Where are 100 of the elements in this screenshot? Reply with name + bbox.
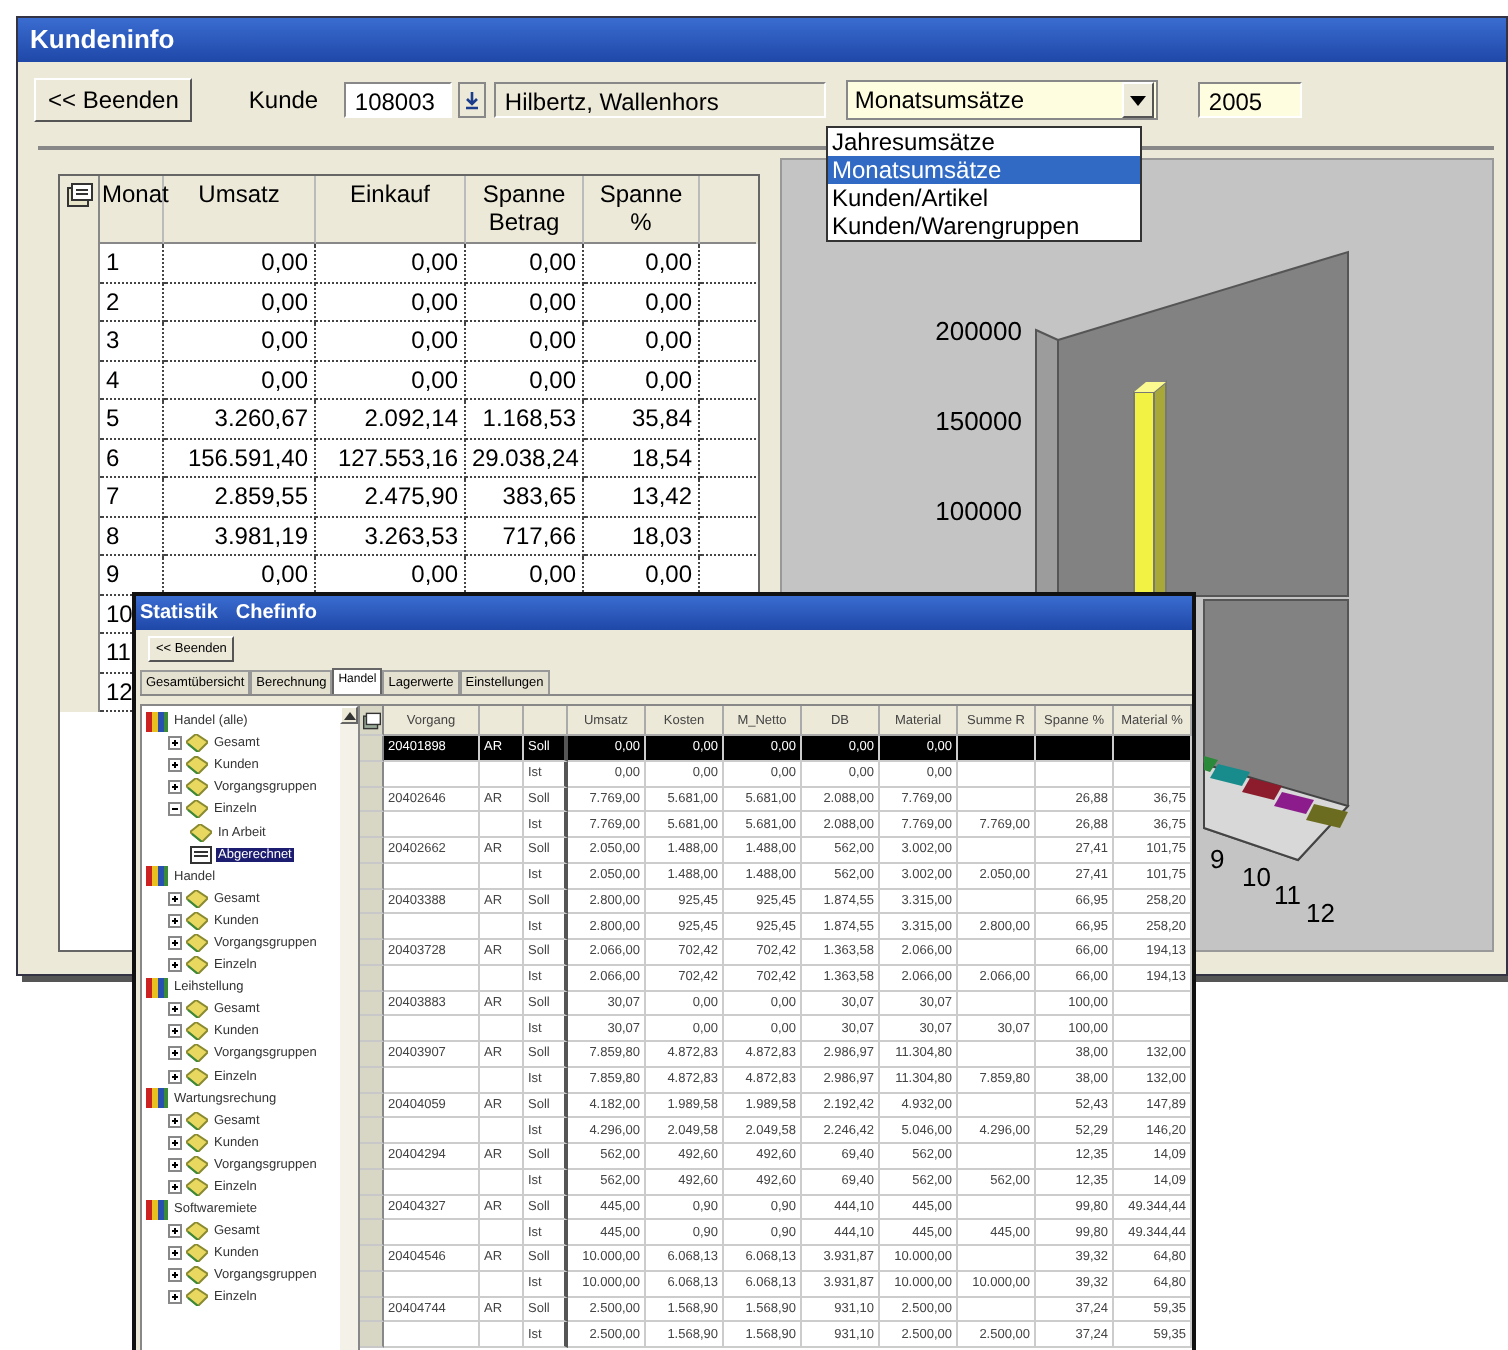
table-cell: 18,54: [584, 439, 700, 478]
table-cell: 8: [100, 517, 164, 556]
row-header[interactable]: [360, 761, 384, 787]
table-cell: 2: [100, 283, 164, 322]
lookup-button[interactable]: [458, 82, 487, 118]
back-button[interactable]: << Beenden: [34, 78, 193, 122]
expand-icon[interactable]: [168, 1290, 182, 1305]
table-settings-icon[interactable]: [361, 711, 381, 729]
row-header[interactable]: [360, 914, 384, 940]
row-header[interactable]: [360, 1246, 384, 1272]
row-header[interactable]: [360, 889, 384, 915]
scroll-up-button[interactable]: [340, 706, 358, 724]
expand-icon[interactable]: [168, 891, 182, 906]
table-cell: 2.859,55: [164, 478, 316, 517]
year-field[interactable]: 2005: [1198, 82, 1303, 118]
expand-icon[interactable]: [168, 1069, 182, 1084]
window-title: Kundeninfo: [18, 18, 1506, 62]
row-header[interactable]: [60, 673, 100, 712]
folder-icon: [186, 1178, 208, 1197]
expand-icon[interactable]: [168, 1180, 182, 1195]
row-header[interactable]: [360, 787, 384, 813]
table-cell: 2.475,90: [316, 478, 466, 517]
table-cell: 1.168,53: [466, 400, 584, 439]
view-dropdown[interactable]: Monatsumsätze: [846, 80, 1159, 120]
axis-tick-label: 150000: [935, 406, 1022, 436]
row-header[interactable]: [360, 940, 384, 966]
row-header[interactable]: [360, 1322, 384, 1348]
book-icon: [146, 977, 168, 998]
folder-icon: [186, 1266, 208, 1285]
book-icon: [146, 1088, 168, 1109]
dropdown-option[interactable]: Kunden/Warengruppen: [828, 212, 1140, 240]
empty-cell: [958, 991, 1036, 1017]
row-header[interactable]: [360, 812, 384, 838]
axis-tick-label: 10: [1242, 862, 1271, 892]
empty-cell: [480, 1016, 524, 1042]
table-cell: 3.260,67: [164, 400, 316, 439]
table-cell: 0,00: [466, 283, 584, 322]
expand-icon[interactable]: [168, 1002, 182, 1017]
column-header: [480, 706, 524, 736]
expand-icon[interactable]: [168, 913, 182, 928]
empty-cell: [480, 1118, 524, 1144]
table-cell: 0,00: [164, 361, 316, 400]
expand-icon[interactable]: [168, 780, 182, 795]
row-header[interactable]: [360, 838, 384, 864]
folder-icon: [186, 734, 208, 753]
row-header[interactable]: [360, 1195, 384, 1221]
table-cell: 5: [100, 400, 164, 439]
expand-icon[interactable]: [168, 1157, 182, 1172]
expand-icon[interactable]: [168, 1224, 182, 1239]
row-header[interactable]: [360, 1169, 384, 1195]
axis-tick-label: 9: [1210, 844, 1225, 874]
dropdown-option[interactable]: Jahresumsätze: [828, 128, 1140, 156]
row-header[interactable]: [360, 1144, 384, 1170]
folder-icon: [186, 1244, 208, 1263]
empty-cell: [958, 787, 1036, 813]
collapse-icon[interactable]: [168, 802, 182, 817]
column-header: Spanne %: [584, 176, 700, 244]
folder-icon: [186, 1111, 208, 1130]
row-header[interactable]: [360, 1042, 384, 1068]
empty-cell: [958, 838, 1036, 864]
row-header[interactable]: [360, 991, 384, 1017]
table-settings-icon[interactable]: [65, 182, 93, 208]
folder-icon: [186, 1000, 208, 1019]
empty-cell: [958, 1195, 1036, 1221]
expand-icon[interactable]: [168, 1268, 182, 1283]
expand-icon[interactable]: [168, 1246, 182, 1261]
empty-cell: [958, 1042, 1036, 1068]
table-cell: 1: [100, 244, 164, 283]
expand-icon[interactable]: [168, 1024, 182, 1039]
table-cell: 383,65: [466, 478, 584, 517]
dropdown-option[interactable]: Kunden/Artikel: [828, 184, 1140, 212]
table-cell: 0,00: [164, 322, 316, 361]
empty-cell: [958, 940, 1036, 966]
table-cell: 0,00: [316, 322, 466, 361]
row-header[interactable]: [360, 1271, 384, 1297]
expand-icon[interactable]: [168, 1135, 182, 1150]
expand-icon[interactable]: [168, 758, 182, 773]
table-cell: 6: [100, 439, 164, 478]
row-header[interactable]: [360, 1297, 384, 1323]
expand-icon[interactable]: [168, 736, 182, 751]
document-icon: [190, 845, 212, 864]
row-header[interactable]: [360, 1220, 384, 1246]
expand-icon[interactable]: [168, 1113, 182, 1128]
scrollbar[interactable]: [340, 706, 358, 1350]
expand-icon[interactable]: [168, 935, 182, 950]
expand-icon[interactable]: [168, 1046, 182, 1061]
row-header[interactable]: [360, 1118, 384, 1144]
row-header[interactable]: [360, 1016, 384, 1042]
table-cell: 7: [100, 478, 164, 517]
folder-icon: [186, 800, 208, 819]
dropdown-option[interactable]: Monatsumsätze: [828, 156, 1140, 184]
row-header[interactable]: [360, 965, 384, 991]
customer-number-field[interactable]: 108003: [344, 82, 453, 118]
table-cell: 2.092,14: [316, 400, 466, 439]
table-cell: 0,00: [316, 283, 466, 322]
empty-cell: [958, 1246, 1036, 1272]
row-header[interactable]: [360, 1093, 384, 1119]
row-header[interactable]: [360, 863, 384, 889]
row-header[interactable]: [360, 1067, 384, 1093]
expand-icon[interactable]: [168, 958, 182, 973]
